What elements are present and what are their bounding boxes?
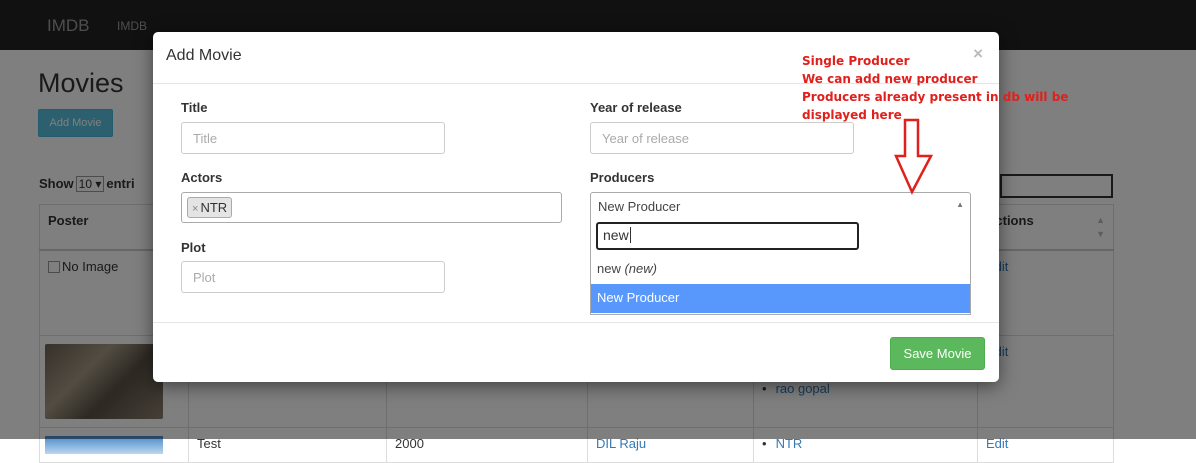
dropdown-option-new[interactable]: new (new) [591, 255, 970, 284]
annotation-line: Single Producer [802, 54, 910, 68]
producers-search-input[interactable]: new [596, 222, 859, 250]
save-movie-button[interactable]: Save Movie [890, 337, 985, 370]
annotation-line: Producers already present in db will be [802, 90, 1069, 104]
search-value: new [603, 227, 629, 243]
dropdown-option-new-producer[interactable]: New Producer [591, 284, 970, 313]
annotation-line: We can add new producer [802, 72, 978, 86]
actors-multiselect[interactable]: × NTR [181, 192, 562, 223]
tag-remove-icon[interactable]: × [192, 203, 198, 215]
producers-label: Producers [590, 170, 655, 185]
actor-tag: × NTR [187, 197, 233, 218]
title-input[interactable] [181, 122, 445, 154]
chevron-up-icon[interactable]: ▲ [956, 200, 964, 209]
option-suffix: (new) [620, 261, 657, 276]
actors-label: Actors [181, 170, 223, 185]
annotation-note: Single Producer We can add new producer … [802, 52, 1068, 124]
producers-selected-value: New Producer [598, 199, 681, 214]
producers-select[interactable]: New Producer ▲ [590, 192, 971, 219]
year-input[interactable] [590, 122, 854, 154]
annotation-line: displayed here [802, 108, 902, 122]
year-label: Year of release [590, 100, 682, 115]
actor-tag-label: NTR [200, 200, 228, 215]
plot-input[interactable] [181, 261, 445, 293]
title-label: Title [181, 100, 208, 115]
modal-title: Add Movie [166, 47, 242, 64]
producers-dropdown: new new (new) New Producer [590, 218, 971, 315]
arrow-down-icon [894, 118, 934, 195]
modal-footer: Save Movie [153, 322, 999, 382]
plot-label: Plot [181, 240, 206, 255]
option-label: new [597, 261, 621, 276]
